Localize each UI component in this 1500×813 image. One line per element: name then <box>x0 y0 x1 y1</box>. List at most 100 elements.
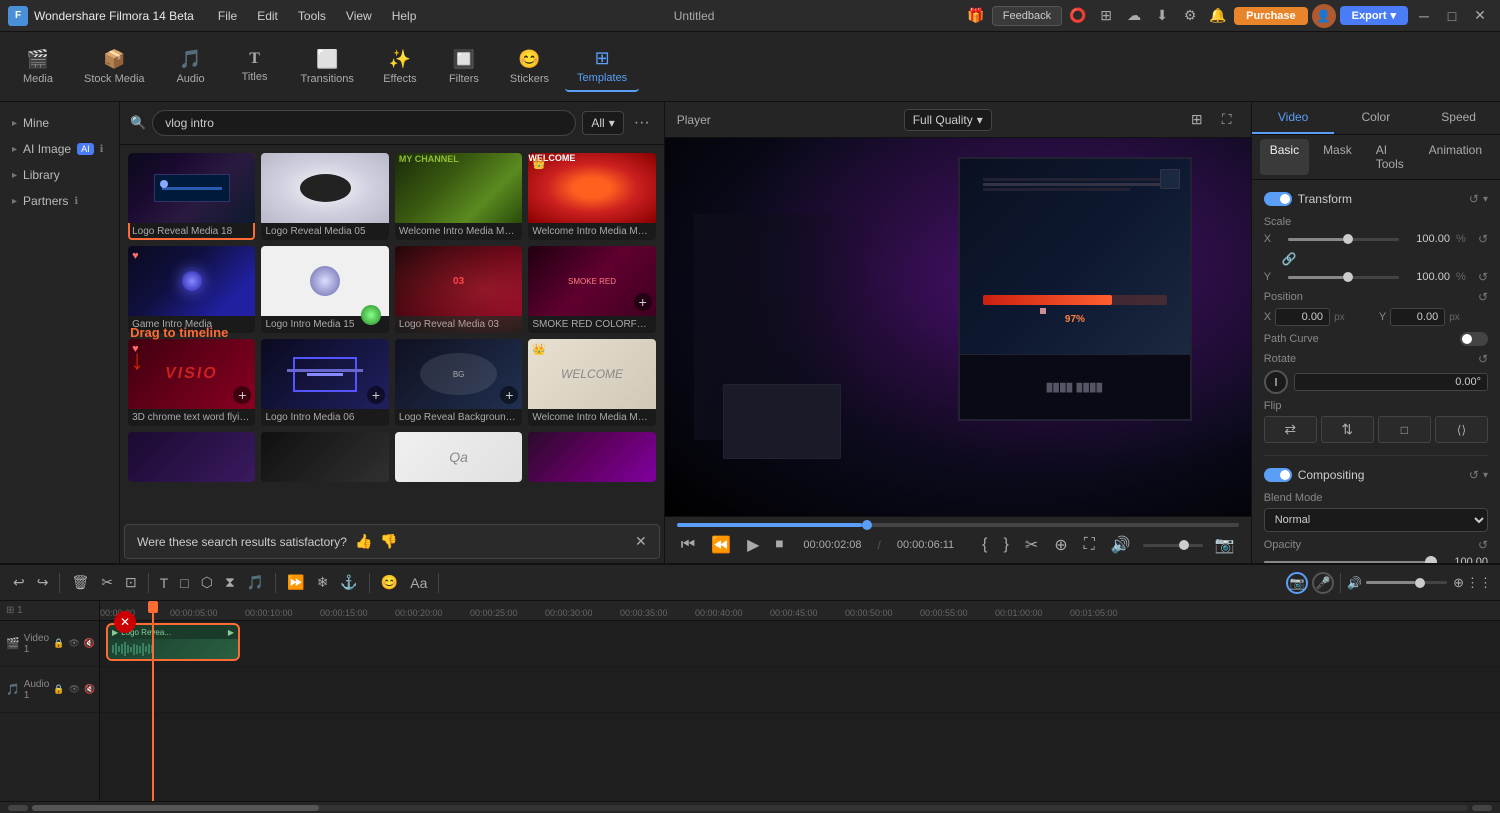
mark-in-button[interactable]: { <box>978 534 991 556</box>
tl-stickers-button[interactable]: 😊 <box>376 571 403 594</box>
tool-templates[interactable]: ⊞ Templates <box>565 42 639 92</box>
scale-x-slider[interactable] <box>1288 238 1399 241</box>
template-card-12[interactable]: 👑 WELCOME Welcome Intro Media Media... <box>528 339 655 426</box>
timeline-tracks-area[interactable]: 00:00:00 00:00:05:00 00:00:10:00 00:00:1… <box>100 601 1500 801</box>
circle-icon[interactable]: ⭕ <box>1066 4 1090 28</box>
tl-effect-button[interactable]: ⬡ <box>196 571 218 594</box>
tool-effects[interactable]: ✨ Effects <box>370 43 430 91</box>
template-card-13[interactable] <box>128 432 255 482</box>
pos-y-value[interactable]: 0.00 <box>1390 308 1445 326</box>
tool-media[interactable]: 🎬 Media <box>8 43 68 91</box>
compositing-reset-icon[interactable]: ↺ <box>1469 468 1479 482</box>
export-button[interactable]: Export ▾ <box>1340 6 1408 25</box>
scroll-thumb[interactable] <box>32 805 319 811</box>
cut-to-timeline-button[interactable]: ✂ <box>1021 533 1042 557</box>
transform-reset-icon[interactable]: ↺ <box>1469 192 1479 206</box>
subtab-ai-tools[interactable]: AI Tools <box>1366 139 1415 175</box>
flip-h-button[interactable]: ⇄ <box>1264 416 1317 443</box>
partners-info-icon[interactable]: ℹ <box>74 196 78 207</box>
audio-track-mute[interactable]: 🔇 <box>84 684 95 695</box>
cloud-icon[interactable]: ☁ <box>1122 4 1146 28</box>
fullscreen-button[interactable]: ⛶ <box>1080 534 1099 556</box>
subtab-mask[interactable]: Mask <box>1313 139 1362 175</box>
left-item-library[interactable]: ▸ Library <box>0 162 119 188</box>
left-item-mine[interactable]: ▸ Mine <box>0 110 119 136</box>
blend-mode-select[interactable]: Normal <box>1264 508 1488 532</box>
tl-delete-button[interactable]: 🗑 <box>66 571 94 594</box>
menu-tools[interactable]: Tools <box>290 5 334 27</box>
scale-y-reset[interactable]: ↺ <box>1478 270 1488 284</box>
tl-crop-button[interactable]: ⊡ <box>120 571 142 594</box>
template-card-14[interactable] <box>261 432 388 482</box>
tl-speed-button[interactable]: ⏩ <box>282 571 309 594</box>
tl-audio-button[interactable]: 🎵 <box>242 571 269 594</box>
subtab-animation[interactable]: Animation <box>1419 139 1492 175</box>
tl-stabilize-button[interactable]: ⚓ <box>335 571 362 594</box>
notification-icon[interactable]: 🔔 <box>1206 4 1230 28</box>
more-button[interactable]: ··· <box>630 112 654 134</box>
template-card-15[interactable]: Qa <box>395 432 522 482</box>
compositing-toggle[interactable] <box>1264 468 1292 482</box>
download-icon[interactable]: ⬇ <box>1150 4 1174 28</box>
volume-thumb[interactable] <box>1179 540 1189 550</box>
template-card-11[interactable]: BG + Logo Reveal Backgrounds M... <box>395 339 522 426</box>
play-button[interactable]: ▶ <box>743 533 763 557</box>
flip-mirror-button[interactable]: ⟨⟩ <box>1435 416 1488 443</box>
template-card-1[interactable]: Logo Reveal Media 18 <box>128 153 255 240</box>
template-card-3[interactable]: MY CHANNEL Welcome Intro Media Media... <box>395 153 522 240</box>
tool-transitions[interactable]: ⬜ Transitions <box>289 43 366 91</box>
link-icon[interactable]: 🔗 <box>1282 252 1297 266</box>
transform-toggle[interactable] <box>1264 192 1292 206</box>
scroll-left-button[interactable] <box>8 805 28 811</box>
template-card-5[interactable]: ♥ Game Intro Media <box>128 246 255 333</box>
path-curve-toggle[interactable] <box>1460 332 1488 346</box>
grid-view-icon[interactable]: ⊞ <box>1185 108 1209 132</box>
tl-text-button[interactable]: T <box>155 572 174 594</box>
template-card-6[interactable]: Logo Intro Media 15 <box>261 246 388 333</box>
tl-options-button[interactable]: ⋮⋮ <box>1466 575 1492 591</box>
step-back-button[interactable]: ⏪ <box>707 533 735 557</box>
snapshot-button[interactable]: 📷 <box>1211 533 1239 557</box>
ai-info-icon[interactable]: ℹ <box>100 144 104 155</box>
thumbdown-button[interactable]: 👎 <box>380 533 397 550</box>
scale-x-reset[interactable]: ↺ <box>1478 232 1488 246</box>
tl-mute-icon[interactable]: 🔊 <box>1347 576 1362 590</box>
audio-track-lock[interactable]: 🔒 <box>53 684 64 695</box>
left-item-partners[interactable]: ▸ Partners ℹ <box>0 188 119 214</box>
tab-color[interactable]: Color <box>1334 102 1417 134</box>
quality-selector[interactable]: Full Quality ▾ <box>904 109 992 131</box>
video-track-eye[interactable]: 👁 <box>68 638 79 649</box>
tab-speed[interactable]: Speed <box>1417 102 1500 134</box>
tool-audio[interactable]: 🎵 Audio <box>161 43 221 91</box>
tab-video[interactable]: Video <box>1252 102 1335 134</box>
menu-help[interactable]: Help <box>384 5 425 27</box>
scale-y-slider[interactable] <box>1288 276 1399 279</box>
flip-reset-button[interactable]: □ <box>1378 416 1431 443</box>
tool-stickers[interactable]: 😊 Stickers <box>498 43 561 91</box>
volume-slider[interactable] <box>1143 544 1203 547</box>
stop-button[interactable]: ⏹ <box>771 534 787 556</box>
transform-header[interactable]: Transform ↺ ▾ <box>1264 188 1488 210</box>
menu-view[interactable]: View <box>338 5 380 27</box>
template-card-9[interactable]: ♥ VISIO + 3D chrome text word flying ... <box>128 339 255 426</box>
filter-button[interactable]: All ▾ <box>582 111 623 135</box>
volume-icon[interactable]: 🔊 <box>1107 533 1135 557</box>
subtab-basic[interactable]: Basic <box>1260 139 1309 175</box>
tl-undo-button[interactable]: ↩ <box>8 571 30 594</box>
rotate-dial[interactable] <box>1264 370 1288 394</box>
thumbup-button[interactable]: 👍 <box>355 533 372 550</box>
record-video-button[interactable]: 📷 <box>1286 572 1308 594</box>
grid-icon[interactable]: ⊞ <box>1094 4 1118 28</box>
scroll-right-button[interactable] <box>1472 805 1492 811</box>
template-card-10[interactable]: + Logo Intro Media 06 <box>261 339 388 426</box>
tool-filters[interactable]: 🔲 Filters <box>434 43 494 91</box>
close-button[interactable]: ✕ <box>1468 4 1492 28</box>
tl-freeze-button[interactable]: ❄ <box>312 571 334 594</box>
menu-edit[interactable]: Edit <box>249 5 286 27</box>
feedback-button[interactable]: Feedback <box>992 6 1062 26</box>
avatar-icon[interactable]: 👤 <box>1312 4 1336 28</box>
purchase-button[interactable]: Purchase <box>1234 7 1308 25</box>
tl-cut-button[interactable]: ✂ <box>96 571 118 594</box>
opacity-reset[interactable]: ↺ <box>1478 538 1488 552</box>
add-icon-10[interactable]: + <box>367 386 385 404</box>
